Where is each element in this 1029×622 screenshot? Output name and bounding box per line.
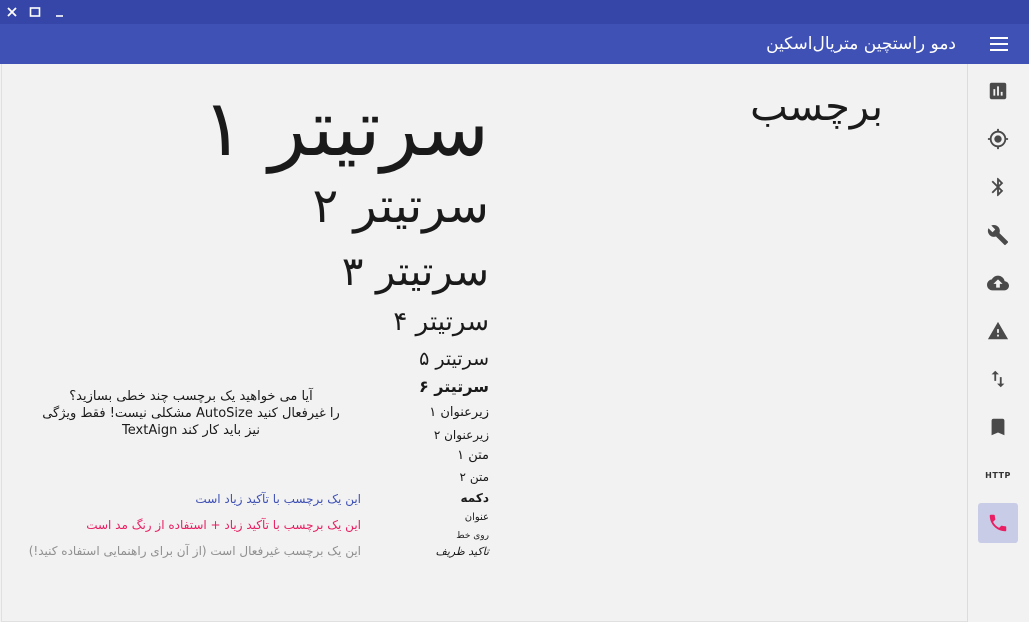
content-area: برچسب سرتیتر ۱ سرتیتر ۲ سرتیتر ۳ سرتیتر …: [1, 64, 967, 622]
rail-item-transfer[interactable]: [978, 359, 1018, 399]
rail-item-settings[interactable]: [978, 215, 1018, 255]
body-1: متن ۱: [457, 448, 489, 463]
cloud-upload-icon: [987, 275, 1009, 291]
multiline-line-2: را غیرفعال کنید AutoSize مشکلی نیست! فقط…: [42, 406, 340, 421]
bookmark-icon: [991, 418, 1005, 436]
warning-icon: [987, 321, 1009, 340]
multiline-line-1: آیا می خواهید یک برچسب چند خطی بسازید؟: [69, 389, 313, 404]
minimize-icon[interactable]: [51, 3, 69, 21]
swap-vertical-icon: [991, 370, 1005, 388]
disabled-label: این یک برچسب غیرفعال است (از آن برای راه…: [28, 544, 361, 558]
button-text-label: دکمه: [460, 491, 489, 505]
gps-target-icon: [987, 128, 1009, 150]
app-title: دمو راستچین متریال‌اسکین: [766, 34, 956, 54]
phone-icon: [989, 514, 1007, 532]
heading-2: سرتیتر ۲: [312, 178, 489, 234]
maximize-icon[interactable]: [26, 3, 44, 21]
rail-item-bookmark[interactable]: [978, 407, 1018, 447]
bluetooth-icon: [991, 177, 1004, 197]
heading-3: سرتیتر ۳: [341, 249, 489, 295]
heading-1: سرتیتر ۱: [202, 84, 489, 174]
heading-4: سرتیتر ۴: [393, 307, 489, 337]
rail-item-phone[interactable]: [978, 503, 1018, 543]
subtitle-2: زیرعنوان ۲: [433, 428, 489, 442]
wrench-icon: [987, 225, 1009, 246]
rail-item-http[interactable]: HTTP: [978, 455, 1018, 495]
label-heading: برچسب: [750, 84, 883, 130]
rail-item-gps[interactable]: [978, 119, 1018, 159]
http-icon: HTTP: [985, 470, 1011, 480]
bar-chart-icon: [989, 82, 1007, 100]
navigation-rail: HTTP: [967, 64, 1029, 622]
high-emphasis-label: این یک برچسب با تآکید زیاد است: [195, 492, 361, 506]
hamburger-menu-icon[interactable]: [989, 34, 1009, 54]
rail-item-upload[interactable]: [978, 263, 1018, 303]
heading-5: سرتیتر ۵: [419, 348, 489, 370]
multiline-label: آیا می خواهید یک برچسب چند خطی بسازید؟ ر…: [30, 388, 352, 439]
heading-6: سرتیتر ۶: [418, 377, 489, 396]
subtitle-1: زیرعنوان ۱: [429, 405, 489, 420]
emphasis-label: تاکید ظریف: [435, 545, 489, 558]
rail-item-warning[interactable]: [978, 311, 1018, 351]
rail-item-bluetooth[interactable]: [978, 167, 1018, 207]
caption-label: عنوان: [464, 512, 489, 523]
overline-label: روی خط: [456, 531, 489, 541]
window-titlebar: [0, 0, 1029, 24]
rail-item-chart[interactable]: [978, 71, 1018, 111]
body-2: متن ۲: [459, 470, 489, 484]
multiline-line-3: نیز باید کار کند TextAign: [122, 423, 260, 438]
app-bar: دمو راستچین متریال‌اسکین: [0, 24, 1029, 64]
close-icon[interactable]: [3, 3, 21, 21]
high-emphasis-accent-label: این یک برچسب با تآکید زیاد + استفاده از …: [86, 518, 361, 532]
